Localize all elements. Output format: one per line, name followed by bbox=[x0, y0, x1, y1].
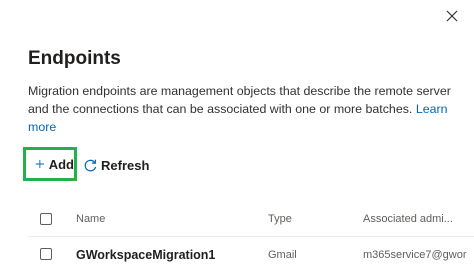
page-title: Endpoints bbox=[28, 48, 121, 69]
endpoints-panel: Endpoints Migration endpoints are manage… bbox=[0, 0, 474, 275]
refresh-button-label: Refresh bbox=[101, 157, 150, 173]
description-text: Migration endpoints are management objec… bbox=[28, 84, 451, 116]
endpoint-name[interactable]: GWorkspaceMigration1 bbox=[76, 248, 215, 262]
row-checkbox[interactable] bbox=[40, 248, 52, 260]
endpoint-type: Gmail bbox=[268, 249, 297, 261]
close-button[interactable] bbox=[442, 6, 462, 26]
endpoint-associated-admin: m365service7@gwor bbox=[363, 249, 467, 261]
select-all-checkbox[interactable] bbox=[40, 213, 52, 225]
panel-description: Migration endpoints are management objec… bbox=[28, 82, 458, 136]
column-header-associated-admin[interactable]: Associated admi... bbox=[363, 213, 453, 225]
column-header-name[interactable]: Name bbox=[76, 213, 105, 225]
column-header-type[interactable]: Type bbox=[268, 213, 292, 225]
close-icon bbox=[446, 10, 458, 22]
add-button-label: Add bbox=[48, 156, 74, 172]
plus-icon bbox=[35, 159, 45, 169]
refresh-button[interactable]: Refresh bbox=[83, 156, 149, 174]
refresh-icon bbox=[84, 159, 97, 171]
add-button[interactable]: Add bbox=[23, 147, 77, 181]
header-divider bbox=[28, 236, 474, 237]
